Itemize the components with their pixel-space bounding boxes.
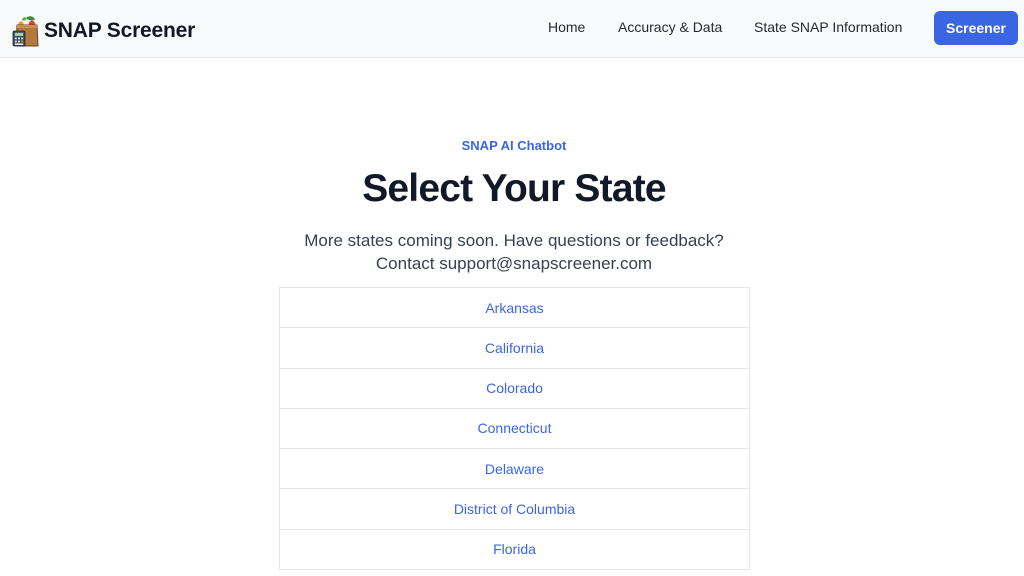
state-link-california[interactable]: California	[485, 339, 544, 357]
state-list-item[interactable]: Colorado	[280, 368, 749, 409]
nav-link-state-snap-information[interactable]: State SNAP Information	[754, 18, 902, 36]
state-link-district-of-columbia[interactable]: District of Columbia	[454, 500, 575, 518]
state-list-item[interactable]: Florida	[280, 529, 749, 570]
page-subtitle: More states coming soon. Have questions …	[0, 229, 1024, 275]
state-list-item[interactable]: Arkansas	[280, 288, 749, 329]
state-list-item[interactable]: Delaware	[280, 449, 749, 490]
state-list-item[interactable]: District of Columbia	[280, 489, 749, 530]
state-list: Arkansas California Colorado Connecticut…	[279, 287, 750, 570]
nav-link-accuracy-data[interactable]: Accuracy & Data	[618, 18, 722, 36]
state-link-florida[interactable]: Florida	[493, 540, 536, 558]
nav-link-home[interactable]: Home	[548, 18, 585, 36]
subtitle-line-1: More states coming soon. Have questions …	[304, 231, 724, 250]
state-link-connecticut[interactable]: Connecticut	[478, 419, 552, 437]
state-list-item[interactable]: Connecticut	[280, 408, 749, 449]
brand-name: SNAP Screener	[44, 19, 196, 42]
state-list-item[interactable]: California	[280, 328, 749, 369]
screener-button[interactable]: Screener	[934, 11, 1018, 45]
grocery-bag-calculator-icon	[12, 16, 39, 47]
state-link-colorado[interactable]: Colorado	[486, 379, 543, 397]
state-link-delaware[interactable]: Delaware	[485, 460, 544, 478]
top-navbar: SNAP Screener Home Accuracy & Data State…	[0, 0, 1024, 58]
state-link-arkansas[interactable]: Arkansas	[485, 299, 543, 317]
subtitle-line-2: Contact support@snapscreener.com	[375, 254, 653, 273]
eyebrow-label: SNAP AI Chatbot	[461, 138, 567, 153]
page-title: Select Your State	[362, 167, 666, 210]
brand-home-link[interactable]: SNAP Screener	[12, 15, 195, 47]
